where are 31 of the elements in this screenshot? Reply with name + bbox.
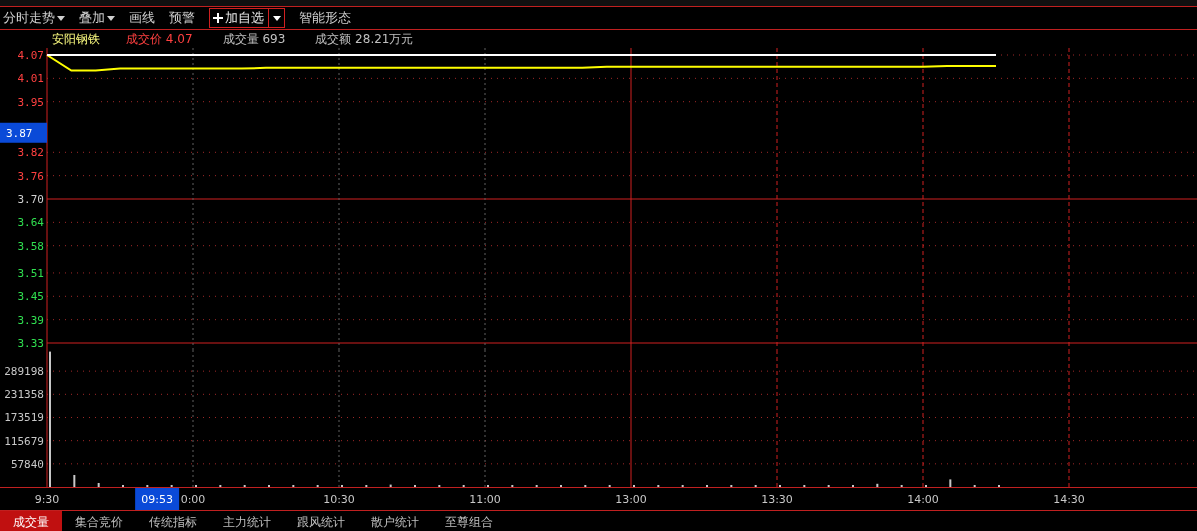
axis-label: 3.51 [17, 266, 44, 280]
price-cursor-label: 3.87 [0, 122, 47, 143]
axis-label: 4.01 [17, 72, 44, 86]
axis-label: 3.95 [17, 95, 44, 109]
time-label: 13:30 [761, 493, 793, 506]
time-cursor-label: 09:53 [135, 488, 180, 510]
axis-label: 231358 [4, 388, 44, 402]
time-label: 13:00 [615, 493, 647, 506]
axis-label: 3.39 [17, 313, 44, 327]
axis-label: 57840 [10, 457, 44, 471]
time-label: 14:00 [907, 493, 939, 506]
axis-label: 3.76 [17, 169, 44, 183]
time-label: 14:30 [1053, 493, 1085, 506]
axis-label: 3.64 [17, 216, 44, 230]
axis-label: 289198 [4, 365, 44, 379]
axis-label: 3.33 [17, 337, 44, 350]
quote-field: 成交量 693 [222, 30, 286, 48]
time-label: 11:00 [469, 493, 501, 506]
time-label: 10:30 [323, 493, 355, 506]
axis-label: 115679 [4, 434, 44, 448]
axis-label: 4.07 [17, 49, 44, 62]
axis-label: 173519 [4, 411, 44, 425]
time-label: 0:00 [180, 493, 206, 506]
stock-name: 安阳钢铁 [52, 30, 100, 48]
quote-field: 成交额 28.21万元 [315, 30, 414, 48]
time-label: 9:30 [34, 493, 60, 506]
axis-label: 3.70 [17, 193, 44, 206]
quote-field: 成交价 4.07 [126, 30, 193, 48]
axis-label: 3.45 [17, 290, 44, 304]
axis-label: 3.82 [17, 146, 44, 160]
axis-label: 3.58 [17, 239, 44, 253]
